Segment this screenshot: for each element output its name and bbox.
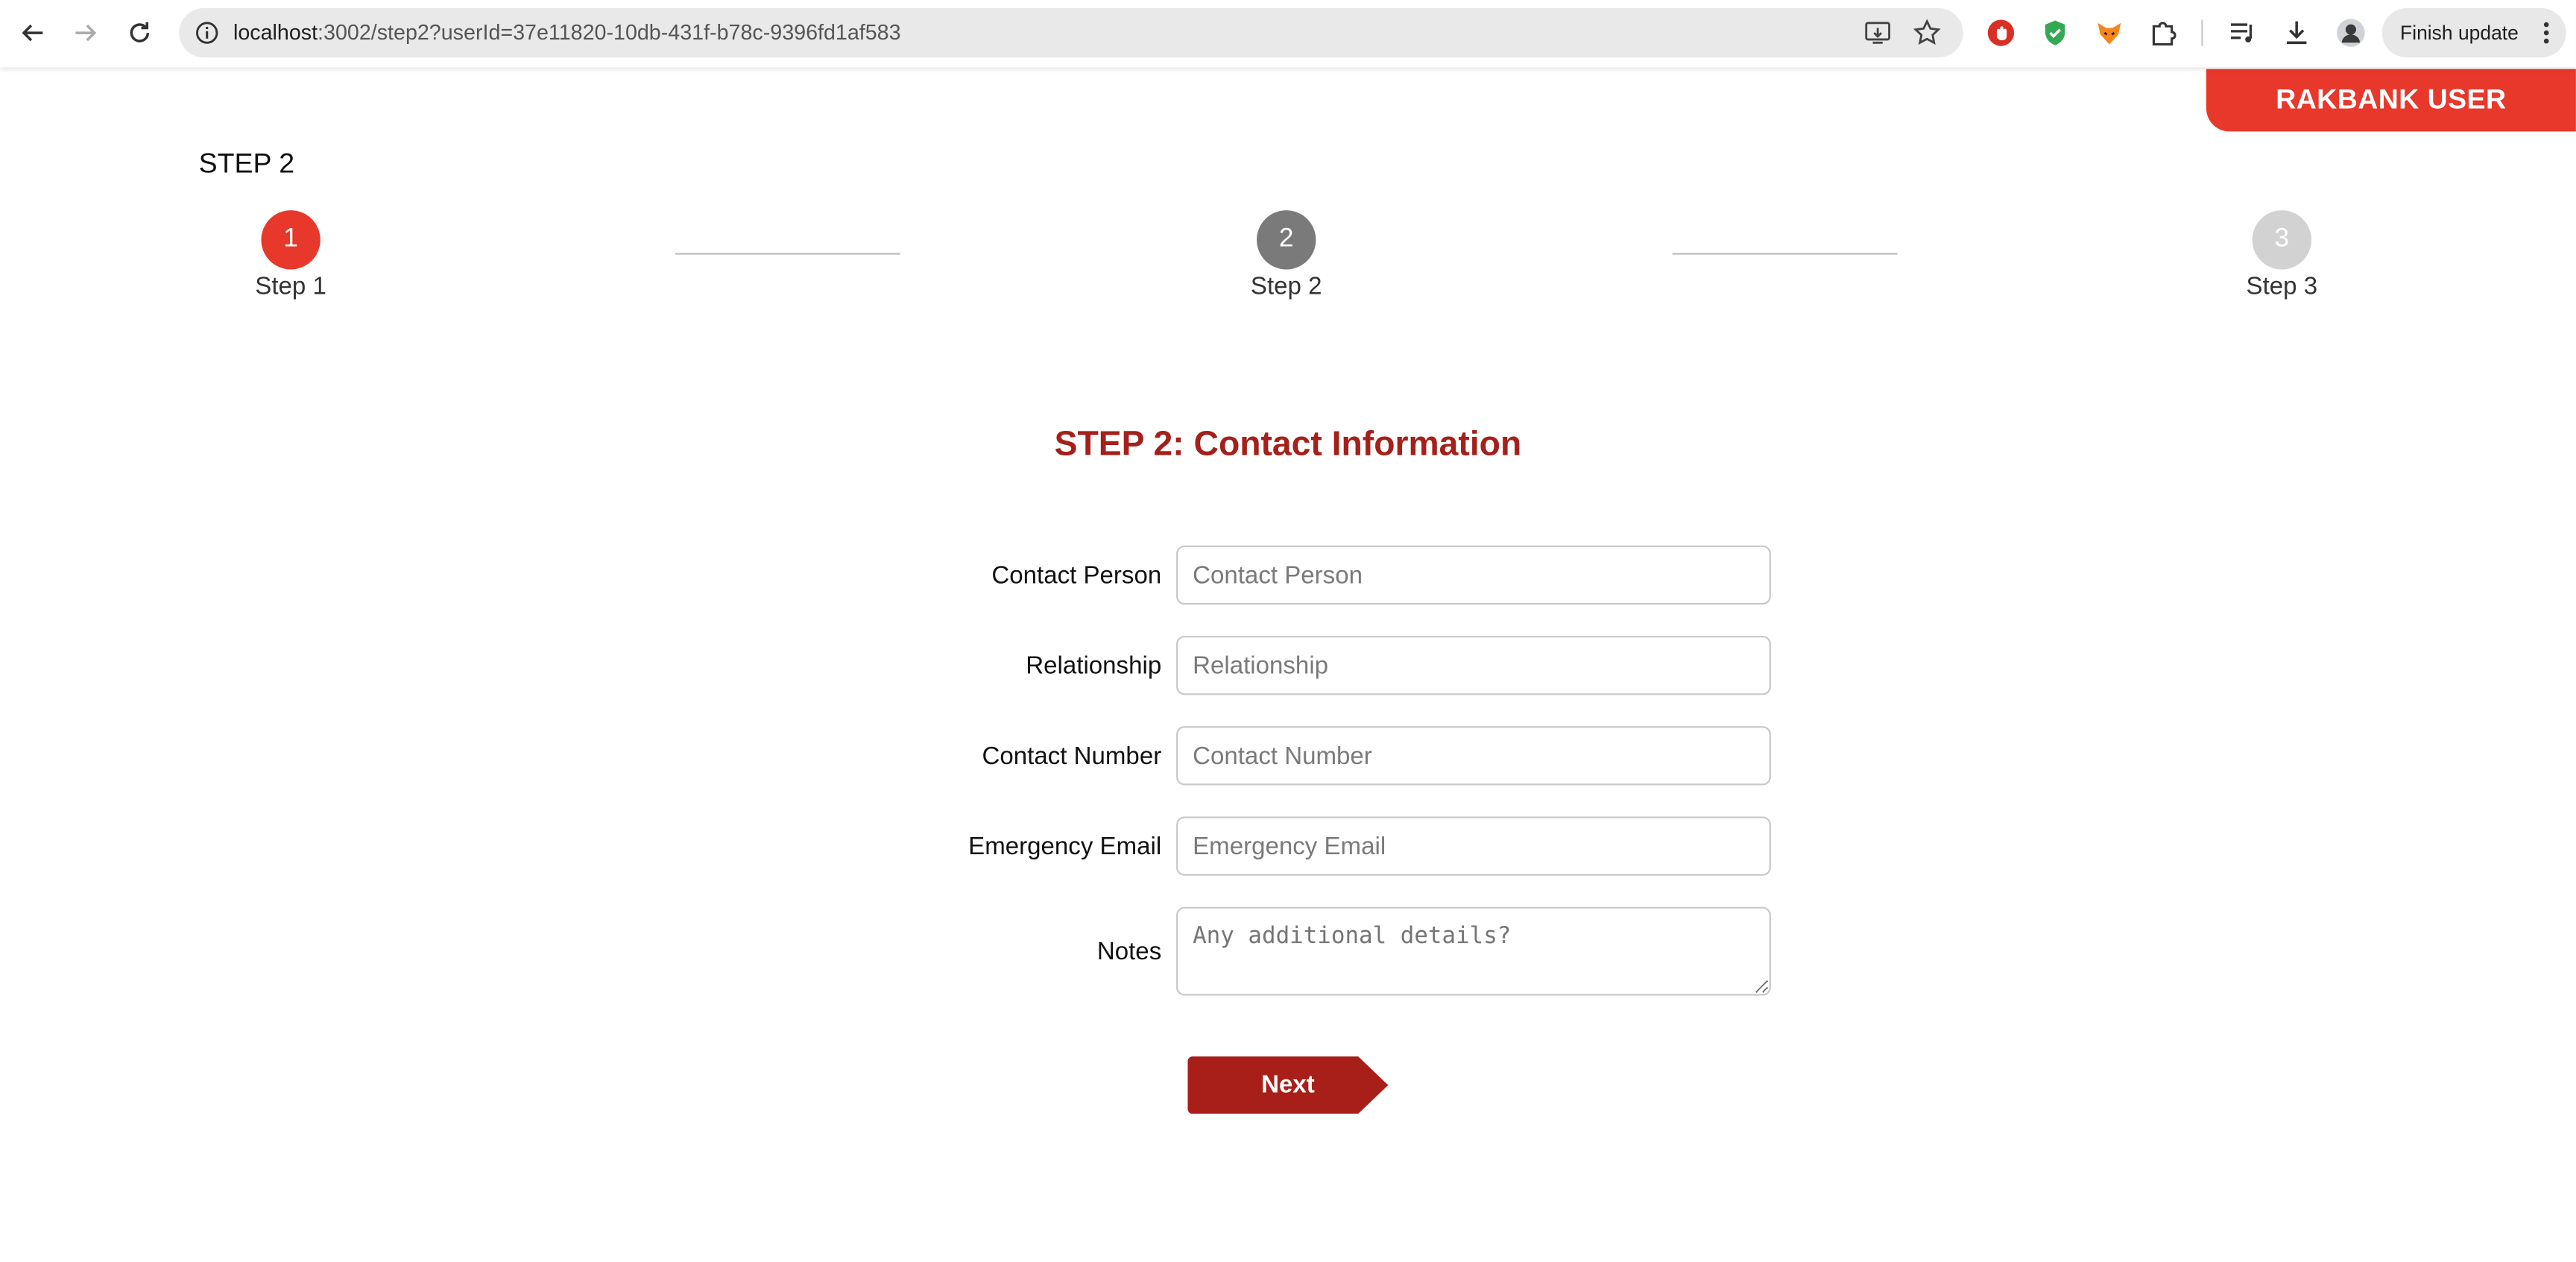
shield-extension-icon[interactable]	[2039, 16, 2071, 49]
notes-label: Notes	[1096, 938, 1162, 966]
browser-toolbar: localhost:3002/step2?userId=37e11820-10d…	[0, 0, 2576, 68]
media-queue-icon[interactable]	[2226, 16, 2258, 49]
contact-number-label: Contact Number	[982, 742, 1162, 771]
url-path: :3002/step2?userId=37e11820-10db-431f-b7…	[318, 19, 901, 45]
contact-number-input[interactable]	[1176, 726, 1771, 786]
adblock-extension-icon[interactable]	[1984, 16, 2017, 49]
next-button-label: Next	[1261, 1071, 1315, 1099]
site-info-icon[interactable]	[194, 19, 220, 45]
step-1-circle: 1	[261, 210, 321, 270]
address-bar[interactable]: localhost:3002/step2?userId=37e11820-10d…	[179, 8, 1963, 58]
stepper-connector	[1672, 253, 1898, 255]
profile-avatar[interactable]	[2334, 16, 2367, 49]
bookmark-star-icon[interactable]	[1912, 18, 1942, 48]
emergency-email-label: Emergency Email	[968, 833, 1162, 861]
page-step-title: STEP 2	[198, 148, 295, 180]
relationship-input[interactable]	[1176, 635, 1771, 695]
notes-textarea[interactable]	[1176, 906, 1771, 996]
relationship-label: Relationship	[1026, 651, 1162, 681]
step-1-label: Step 1	[255, 272, 326, 301]
stepper-step-1: 1 Step 1	[225, 210, 356, 300]
step-3-circle: 3	[2252, 210, 2312, 270]
toolbar-divider	[2201, 19, 2203, 46]
emergency-email-input[interactable]	[1176, 816, 1771, 876]
extensions-puzzle-icon[interactable]	[2147, 16, 2180, 49]
stepper-step-3: 3 Step 3	[2216, 210, 2347, 300]
forward-icon[interactable]	[67, 15, 103, 51]
step-2-label: Step 2	[1250, 272, 1322, 301]
more-menu-icon[interactable]	[2543, 19, 2550, 45]
next-button[interactable]: Next	[1187, 1056, 1389, 1114]
contact-person-input[interactable]	[1176, 545, 1771, 605]
fox-extension-icon[interactable]	[2093, 16, 2126, 49]
stepper-step-2: 2 Step 2	[1221, 210, 1352, 300]
url-text[interactable]: localhost:3002/step2?userId=37e11820-10d…	[233, 19, 901, 44]
step-3-label: Step 3	[2246, 272, 2318, 301]
reload-icon[interactable]	[121, 15, 157, 51]
install-app-icon[interactable]	[1863, 18, 1892, 48]
contact-person-label: Contact Person	[991, 561, 1162, 590]
download-icon[interactable]	[2280, 16, 2313, 49]
finish-update-button[interactable]: Finish update	[2381, 8, 2566, 58]
finish-update-label: Finish update	[2400, 21, 2519, 45]
step-2-circle: 2	[1257, 210, 1316, 270]
form-title: STEP 2: Contact Information	[1054, 425, 1522, 464]
app: localhost:3002/step2?userId=37e11820-10d…	[0, 0, 2576, 1262]
back-icon[interactable]	[15, 15, 51, 51]
stepper-connector	[675, 253, 900, 255]
url-host: localhost	[233, 19, 318, 45]
user-badge: RAKBANK USER	[2206, 69, 2576, 132]
